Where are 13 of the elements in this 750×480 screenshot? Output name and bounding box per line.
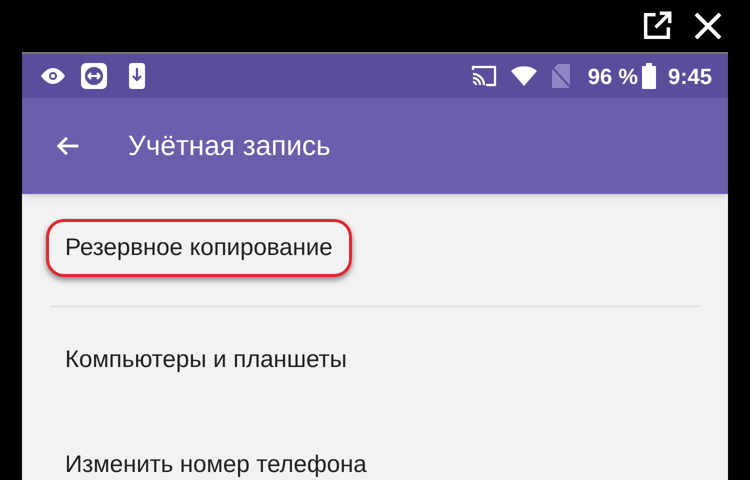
screen-title: Учётная запись	[128, 129, 331, 163]
wifi-icon	[510, 65, 538, 87]
battery-icon	[642, 63, 656, 89]
phone-download-icon	[128, 62, 146, 90]
eye-icon	[38, 65, 68, 87]
settings-item[interactable]: Изменить номер телефона	[46, 436, 386, 480]
settings-item[interactable]: Компьютеры и планшеты	[46, 330, 366, 388]
no-sim-icon	[550, 64, 572, 88]
remote-control-icon	[80, 62, 108, 90]
battery-percent: 96 %	[588, 62, 638, 90]
cast-icon	[470, 64, 498, 88]
clock-time: 9:45	[668, 62, 712, 90]
settings-item[interactable]: Резервное копирование	[46, 219, 352, 277]
